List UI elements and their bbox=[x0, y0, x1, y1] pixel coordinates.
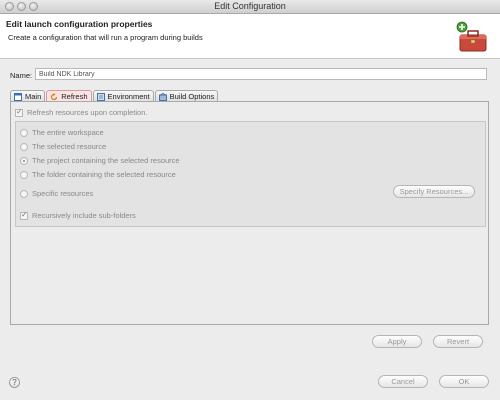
radio-specific-resources[interactable]: Specific resources bbox=[20, 189, 93, 198]
radio-project-containing-resource[interactable]: The project containing the selected reso… bbox=[20, 156, 180, 165]
recursive-subfolders-checkbox-row[interactable]: Recursively include sub-folders bbox=[20, 210, 136, 220]
revert-button[interactable]: Revert bbox=[433, 335, 483, 348]
cancel-button[interactable]: Cancel bbox=[378, 375, 428, 388]
tab-main-label: Main bbox=[25, 92, 42, 101]
tab-environment-label: Environment bbox=[107, 92, 150, 101]
tab-build-options-label: Build Options bbox=[169, 92, 215, 101]
recursive-subfolders-checkbox[interactable] bbox=[20, 210, 28, 220]
ok-button[interactable]: OK bbox=[439, 375, 489, 388]
toolbox-icon bbox=[456, 21, 487, 52]
header-description: Create a configuration that will run a p… bbox=[8, 33, 203, 42]
radio-button[interactable] bbox=[20, 189, 28, 198]
radio-entire-workspace[interactable]: The entire workspace bbox=[20, 128, 104, 137]
refresh-resources-label: Refresh resources upon completion. bbox=[27, 108, 148, 117]
radio-label: The folder containing the selected resou… bbox=[32, 170, 176, 179]
header-title: Edit launch configuration properties bbox=[6, 19, 153, 29]
radio-button[interactable] bbox=[20, 142, 28, 151]
radio-label: Specific resources bbox=[32, 189, 94, 198]
radio-button[interactable] bbox=[20, 156, 28, 165]
environment-tab-icon bbox=[96, 92, 105, 101]
build-options-tab-icon bbox=[158, 92, 167, 101]
tab-refresh-label: Refresh bbox=[61, 92, 88, 101]
specify-resources-button[interactable]: Specify Resources... bbox=[393, 185, 475, 198]
refresh-tab-icon bbox=[51, 92, 58, 100]
radio-selected-resource[interactable]: The selected resource bbox=[20, 142, 106, 151]
name-label: Name: bbox=[10, 71, 33, 80]
recursive-subfolders-label: Recursively include sub-folders bbox=[32, 211, 136, 220]
refresh-resources-checkbox[interactable] bbox=[15, 107, 23, 117]
apply-button[interactable]: Apply bbox=[372, 335, 422, 348]
radio-folder-containing-resource[interactable]: The folder containing the selected resou… bbox=[20, 170, 176, 179]
radio-button[interactable] bbox=[20, 128, 28, 137]
radio-label: The selected resource bbox=[32, 142, 107, 151]
dialog-header: Edit launch configuration properties Cre… bbox=[0, 14, 500, 59]
radio-label: The entire workspace bbox=[32, 128, 104, 137]
radio-button[interactable] bbox=[20, 170, 28, 179]
name-field[interactable] bbox=[35, 68, 487, 80]
window-title: Edit Configuration bbox=[214, 1, 286, 11]
title-bar: Edit Configuration bbox=[0, 0, 500, 14]
refresh-resources-checkbox-row[interactable]: Refresh resources upon completion. bbox=[15, 107, 148, 117]
radio-label: The project containing the selected reso… bbox=[32, 156, 180, 165]
help-icon[interactable]: ? bbox=[9, 377, 20, 388]
main-tab-icon bbox=[14, 92, 22, 101]
